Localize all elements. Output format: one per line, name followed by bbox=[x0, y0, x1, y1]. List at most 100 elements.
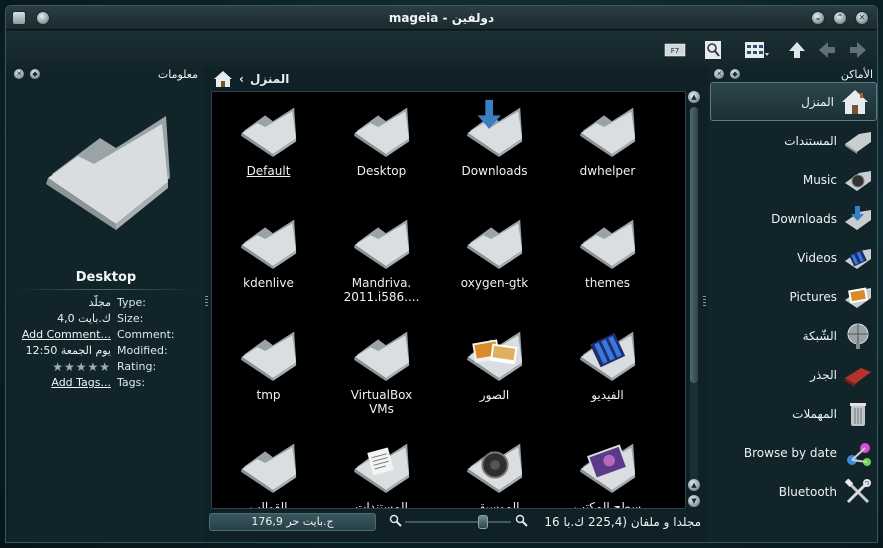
left-splitter-handle[interactable] bbox=[205, 296, 208, 308]
file-item[interactable]: oxygen-gtk bbox=[438, 210, 551, 290]
file-item-label: VirtualBox VMs bbox=[350, 388, 413, 416]
rating-stars[interactable]: ★★★★★ bbox=[12, 359, 117, 375]
file-item-label: سطح المكتب bbox=[573, 500, 642, 509]
videos-folder-icon bbox=[843, 243, 873, 273]
info-row-tags: Add Tags... Tags: bbox=[12, 375, 204, 391]
place-item[interactable]: Music bbox=[708, 160, 877, 199]
pictures-folder-icon bbox=[466, 331, 522, 382]
trash-icon bbox=[843, 399, 873, 429]
place-label: Bluetooth bbox=[778, 484, 837, 499]
zoom-in-icon[interactable] bbox=[515, 514, 529, 528]
place-item[interactable]: المستندات bbox=[708, 121, 877, 160]
view-mode-button[interactable] bbox=[744, 39, 770, 61]
zoom-out-icon[interactable] bbox=[389, 514, 403, 528]
file-item[interactable]: Downloads bbox=[438, 98, 551, 178]
location-breadcrumb[interactable]: ‹ المنزل bbox=[209, 67, 699, 91]
scroll-down-icon[interactable]: ▲ bbox=[688, 479, 700, 491]
file-item[interactable]: القوالب bbox=[212, 434, 325, 509]
place-label: المهملات bbox=[792, 406, 837, 421]
place-item[interactable]: الشّبكة bbox=[708, 316, 877, 355]
folder-icon bbox=[579, 219, 635, 270]
places-panel-title: الأماكن bbox=[840, 67, 873, 81]
file-item[interactable]: Desktop bbox=[325, 98, 438, 178]
file-item-label: kdenlive bbox=[243, 276, 294, 290]
music-folder-icon bbox=[843, 165, 873, 195]
places-list: المنزل المستندات Music Downloads Videos Pictu… bbox=[708, 82, 877, 511]
place-item[interactable]: Pictures bbox=[708, 277, 877, 316]
file-item[interactable]: themes bbox=[551, 210, 664, 290]
up-button[interactable] bbox=[786, 39, 808, 61]
arrow-right-icon bbox=[850, 42, 866, 58]
folder-icon bbox=[466, 219, 522, 270]
close-button[interactable]: ✕ bbox=[855, 11, 869, 25]
place-item[interactable]: Bluetooth bbox=[708, 472, 877, 511]
modified-label: Modified: bbox=[117, 344, 168, 357]
free-space-indicator: 176,9 ج.بايت حر bbox=[209, 513, 376, 531]
place-label: الجذر bbox=[810, 367, 837, 382]
zoom-slider-handle[interactable] bbox=[478, 515, 488, 529]
home-icon bbox=[840, 87, 870, 117]
back-button[interactable] bbox=[816, 39, 838, 61]
maximize-button[interactable]: ⌃ bbox=[833, 11, 847, 25]
file-item-label: themes bbox=[584, 276, 631, 290]
zoom-slider[interactable] bbox=[405, 521, 511, 523]
place-item[interactable]: الجذر bbox=[708, 355, 877, 394]
scroll-down-icon[interactable]: ▼ bbox=[688, 495, 700, 507]
file-item[interactable]: الصور bbox=[438, 322, 551, 402]
close-panel-icon[interactable]: ✕ bbox=[714, 69, 724, 79]
file-item[interactable]: VirtualBox VMs bbox=[325, 322, 438, 416]
home-icon[interactable] bbox=[213, 70, 233, 88]
size-value: 4,0 ك.بايت bbox=[57, 312, 111, 325]
scroll-thumb[interactable] bbox=[690, 107, 698, 383]
preview-button[interactable] bbox=[702, 39, 724, 61]
place-item[interactable]: المهملات bbox=[708, 394, 877, 433]
undock-panel-icon[interactable]: ◆ bbox=[30, 69, 40, 79]
file-item[interactable]: kdenlive bbox=[212, 210, 325, 290]
file-item[interactable]: dwhelper bbox=[551, 98, 664, 178]
file-item-label: القوالب bbox=[249, 500, 288, 509]
folder-icon bbox=[353, 219, 409, 270]
minimize-button[interactable]: ⌄ bbox=[811, 11, 825, 25]
folder-icon bbox=[353, 331, 409, 382]
breadcrumb-separator: ‹ bbox=[239, 72, 244, 86]
vertical-scrollbar[interactable]: ▲ ▲ ▼ bbox=[687, 91, 701, 511]
folder-icon bbox=[240, 331, 296, 382]
file-view[interactable]: Default Desktop Downloads dwhelper kdenlive M… bbox=[211, 91, 686, 509]
type-value: مجلّد bbox=[88, 296, 111, 309]
places-panel: ✕ ◆ الأماكن المنزل المستندات Music Download… bbox=[708, 66, 877, 542]
place-item[interactable]: Browse by date bbox=[708, 433, 877, 472]
file-item-label: Mandriva. 2011.i586.... bbox=[343, 276, 420, 304]
file-item-label: Downloads bbox=[461, 164, 528, 178]
scroll-up-icon[interactable]: ▲ bbox=[688, 91, 700, 103]
undock-panel-icon[interactable]: ◆ bbox=[730, 69, 740, 79]
place-label: Videos bbox=[797, 250, 837, 265]
breadcrumb-home[interactable]: المنزل bbox=[250, 72, 289, 86]
modified-value: يوم الجمعة 12:50 bbox=[25, 344, 111, 357]
close-panel-icon[interactable]: ✕ bbox=[14, 69, 24, 79]
network-icon bbox=[843, 321, 873, 351]
split-view-button[interactable]: F7 bbox=[664, 39, 686, 61]
right-splitter-handle[interactable] bbox=[703, 296, 706, 308]
place-item[interactable]: Videos bbox=[708, 238, 877, 277]
size-label: Size: bbox=[117, 312, 144, 325]
file-item[interactable]: المستندات bbox=[325, 434, 438, 508]
place-label: Downloads bbox=[771, 211, 837, 226]
folder-icon bbox=[579, 107, 635, 158]
information-panel-header: ✕ ◆ معلومات bbox=[8, 66, 204, 82]
forward-button[interactable] bbox=[847, 39, 869, 61]
place-item[interactable]: المنزل bbox=[710, 82, 877, 121]
add-comment-link[interactable]: Add Comment... bbox=[12, 327, 117, 343]
file-item[interactable]: الفيديو bbox=[551, 322, 664, 402]
file-item[interactable]: Default bbox=[212, 98, 325, 178]
title-bar[interactable]: mageia - دولفين ⌄ ⌃ ✕ bbox=[6, 6, 877, 30]
add-tags-link[interactable]: Add Tags... bbox=[12, 375, 117, 391]
folder-icon bbox=[240, 219, 296, 270]
place-label: Pictures bbox=[789, 289, 837, 304]
file-item[interactable]: سطح المكتب bbox=[551, 434, 664, 509]
place-item[interactable]: Downloads bbox=[708, 199, 877, 238]
file-item[interactable]: Mandriva. 2011.i586.... bbox=[325, 210, 438, 304]
pictures-folder-icon bbox=[843, 282, 873, 312]
file-item[interactable]: tmp bbox=[212, 322, 325, 402]
info-row-size: 4,0 ك.بايت Size: bbox=[12, 311, 204, 327]
file-item[interactable]: الموسيقى bbox=[438, 434, 551, 508]
